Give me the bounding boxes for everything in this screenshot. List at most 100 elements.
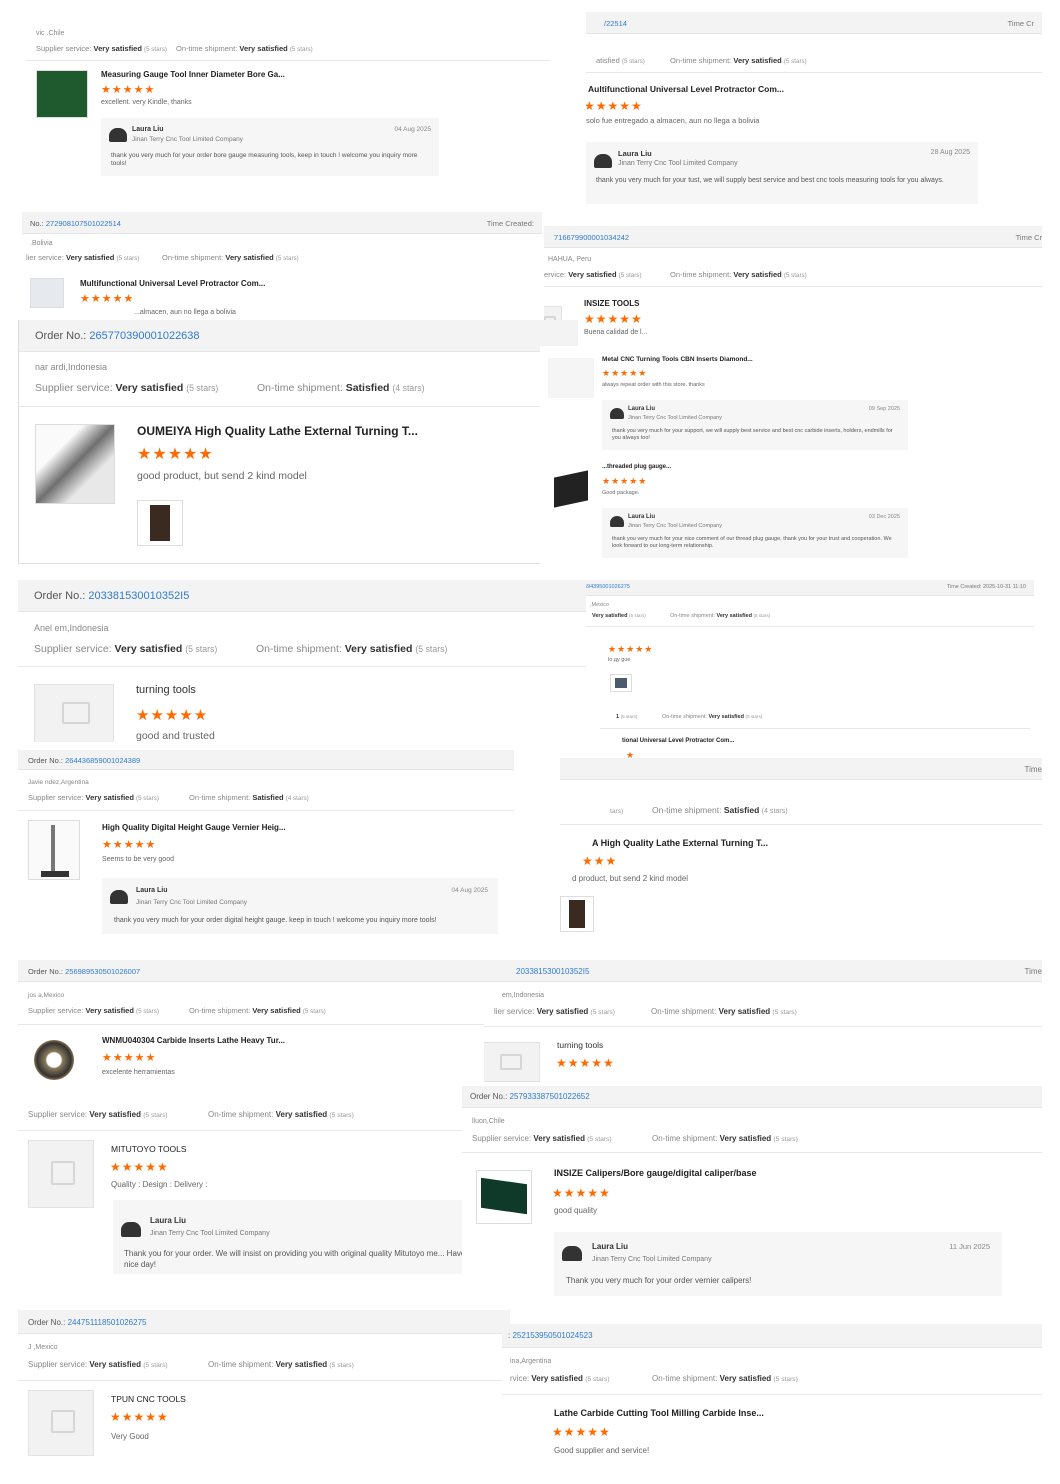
order-number[interactable]: 256989530501026007 xyxy=(65,967,140,976)
product-title[interactable]: turning tools xyxy=(136,684,196,696)
product-title[interactable]: High Quality Digital Height Gauge Vernie… xyxy=(102,823,286,832)
order-number[interactable]: 257933387501022652 xyxy=(510,1092,590,1101)
order-header: 716679900001034242 Time Cr xyxy=(544,226,1042,248)
product-image[interactable] xyxy=(36,70,88,118)
product-title[interactable]: tional Universal Level Protractor Com... xyxy=(622,738,734,744)
product-title[interactable]: Multifunctional Universal Level Protract… xyxy=(80,279,265,288)
rating-stars: ★★★★★ xyxy=(102,1052,157,1064)
product-title[interactable]: MITUTOYO TOOLS xyxy=(111,1144,187,1154)
product-title[interactable]: INSIZE TOOLS xyxy=(584,299,639,308)
order-number[interactable]: 594395001026275 xyxy=(584,584,630,590)
supplier-service-rating: Supplier service: Very satisfied (5 star… xyxy=(28,1360,168,1369)
product-title[interactable]: INSIZE Calipers/Bore gauge/digital calip… xyxy=(554,1168,757,1178)
product-image-placeholder[interactable] xyxy=(28,1390,94,1456)
buyer-name: J ,Mexico xyxy=(28,1344,58,1351)
review-card: Order No.: 264436859001024389 Javie ndez… xyxy=(18,750,514,946)
review-comment: Seems to be very good xyxy=(102,856,174,863)
company-logo-icon xyxy=(610,408,624,419)
buyer-name: .Bolivia xyxy=(30,240,53,247)
rating-stars: ★★★★★ xyxy=(552,1186,611,1200)
product-title[interactable]: A High Quality Lathe External Turning T.… xyxy=(592,838,768,848)
company-logo-icon xyxy=(109,128,127,142)
rating-stars: ★★★★★ xyxy=(110,1410,169,1424)
company-logo-icon xyxy=(562,1246,582,1261)
review-comment: Good package. xyxy=(602,490,640,496)
on-time-shipment-rating: On-time shipment: Very satisfied (5 star… xyxy=(176,44,313,53)
product-image[interactable] xyxy=(554,470,588,508)
product-image-placeholder[interactable] xyxy=(34,684,114,742)
product-image[interactable] xyxy=(476,1170,532,1224)
order-number[interactable]: /22514 xyxy=(604,19,627,28)
supplier-service-rating: Supplier service: Very satisfied (5 star… xyxy=(35,382,219,394)
product-title[interactable]: Measuring Gauge Tool Inner Diameter Bore… xyxy=(101,70,285,79)
review-card: vic .Chile Supplier service: Very satisf… xyxy=(26,22,550,190)
rating-stars: ★★★★★ xyxy=(101,84,156,96)
time-created: Time Created: 2025-10-31 11:10 xyxy=(946,584,1026,590)
product-image[interactable] xyxy=(28,1034,82,1088)
review-photo[interactable] xyxy=(610,674,632,692)
order-number[interactable]: 716679900001034242 xyxy=(554,233,629,242)
product-title[interactable]: TPUN CNC TOOLS xyxy=(111,1394,186,1404)
order-number[interactable]: 264436859001024389 xyxy=(65,756,140,765)
order-number[interactable]: 272908107501022514 xyxy=(46,219,121,228)
on-time-shipment-rating: On-time shipment: Very satisfied (5 star… xyxy=(256,643,448,655)
product-image[interactable] xyxy=(28,820,80,880)
order-header: 594395001026275 Time Created: 2025-10-31… xyxy=(582,580,1034,596)
order-header: /22514 Time Cr xyxy=(586,12,1042,34)
order-number[interactable]: 203381530010352I5 xyxy=(88,590,189,602)
reply-company: Jinan Terry Cnc Tool Limited Company xyxy=(618,160,738,167)
review-comment: d product, but send 2 kind model xyxy=(572,874,689,883)
product-image[interactable] xyxy=(35,424,115,504)
order-header: Order No.: 265770390001022638 xyxy=(19,320,578,352)
product-title[interactable]: Aultifunctional Universal Level Protract… xyxy=(588,84,784,94)
review-photo[interactable] xyxy=(560,896,594,932)
product-image-placeholder[interactable] xyxy=(28,1140,94,1208)
seller-reply: Laura Liu Jinan Terry Cnc Tool Limited C… xyxy=(101,118,439,176)
product-title[interactable]: Lathe Carbide Cutting Tool Milling Carbi… xyxy=(554,1408,764,1418)
on-time-shipment-rating: On-time shipment: Very satisfied (5 star… xyxy=(670,56,807,65)
review-photo[interactable] xyxy=(137,500,183,546)
reply-date: 03 Dec 2025 xyxy=(868,514,900,520)
on-time-shipment-rating: On-time shipment: Very satisfied (5 star… xyxy=(189,1006,326,1015)
review-card: 594395001026275 Time Created: 2025-10-31… xyxy=(582,580,1034,692)
order-number[interactable]: 265770390001022638 xyxy=(89,330,199,342)
product-title[interactable]: turning tools xyxy=(557,1040,603,1050)
product-image-placeholder[interactable] xyxy=(478,1042,540,1082)
review-card: Order No.: 256989530501026007 jos a,Mexi… xyxy=(18,960,484,1290)
supplier-service-rating: tars) xyxy=(610,808,624,815)
rating-stars: ★★★★★ xyxy=(602,476,648,486)
on-time-shipment-rating: On-time shipment: Satisfied (4 stars) xyxy=(257,382,425,394)
reply-author: Laura Liu xyxy=(628,514,656,520)
company-logo-icon xyxy=(121,1222,141,1237)
buyer-name: em,Indonesia xyxy=(502,992,545,999)
review-comment: solo fue entregado a almacen, aun no lle… xyxy=(586,116,760,125)
product-title[interactable]: OUMEIYA High Quality Lathe External Turn… xyxy=(137,424,418,438)
reply-company: Jinan Terry Cnc Tool Limited Company xyxy=(628,523,722,529)
company-logo-icon xyxy=(594,154,612,168)
review-card: 716679900001034242 Time Cr HAHUA, Peru e… xyxy=(544,226,1042,346)
review-comment: Good supplier and service! xyxy=(554,1446,650,1455)
on-time-shipment-rating: On-time shipment: Satisfied (4 stars) xyxy=(189,793,309,802)
review-card: Order No.: 244751118501026275 J ,Mexico … xyxy=(18,1310,510,1470)
order-number[interactable]: 244751118501026275 xyxy=(68,1318,147,1327)
time-created: Time Cr xyxy=(1015,233,1042,242)
product-title[interactable]: WNMU040304 Carbide Inserts Lathe Heavy T… xyxy=(102,1036,285,1045)
review-comment: ...almacen, aun no llega a bolivia xyxy=(134,309,236,316)
rating-stars: ★★★★★ xyxy=(552,1425,611,1439)
reply-text: thank you very much for your nice commen… xyxy=(612,536,892,549)
reply-company: Jinan Terry Cnc Tool Limited Company xyxy=(150,1230,270,1237)
buyer-name: HAHUA, Peru xyxy=(548,256,592,263)
reply-author: Laura Liu xyxy=(150,1216,187,1225)
product-title[interactable]: ...threaded plug gauge... xyxy=(602,464,671,470)
order-header: Time xyxy=(560,758,1042,780)
order-number[interactable]: 203381530010352I5 xyxy=(516,967,589,976)
order-number[interactable]: 252153950501024523 xyxy=(512,1331,592,1340)
product-image[interactable] xyxy=(548,358,594,398)
product-title[interactable]: Metal CNC Turning Tools CBN Inserts Diam… xyxy=(602,356,753,363)
buyer-name: nar ardi,Indonesia xyxy=(35,362,108,372)
supplier-service-rating: Supplier service: Very satisfied (5 star… xyxy=(34,643,218,655)
product-image[interactable] xyxy=(30,278,64,308)
review-card: Order No.: 265770390001022638 nar ardi,I… xyxy=(18,320,578,564)
review-comment: excelente herramientas xyxy=(102,1069,175,1076)
rating-stars: ★★★★★ xyxy=(586,99,643,113)
